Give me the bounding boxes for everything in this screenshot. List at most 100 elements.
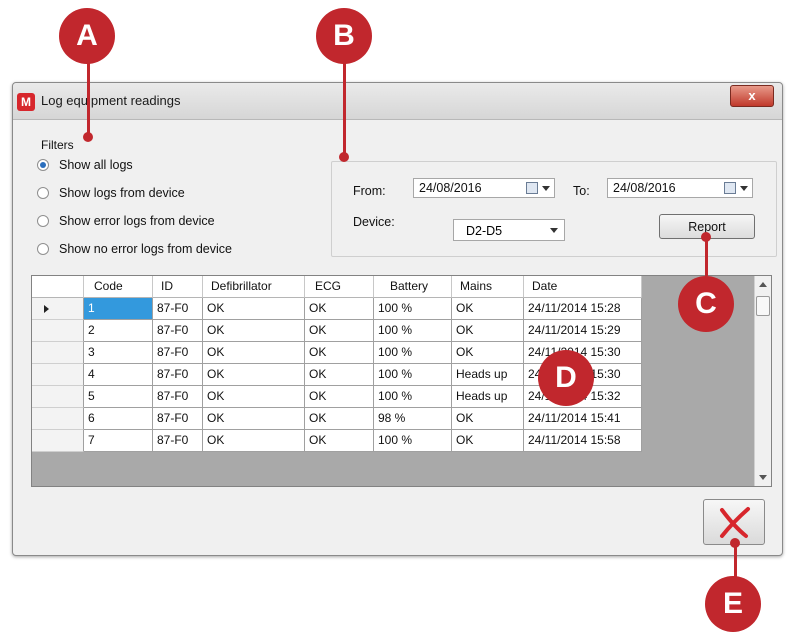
callout-c: C: [678, 276, 734, 332]
table-cell[interactable]: 3: [84, 342, 153, 364]
callout-e-leader: [734, 545, 737, 579]
table-cell[interactable]: 100 %: [374, 430, 452, 452]
scroll-thumb[interactable]: [756, 296, 770, 316]
table-cell[interactable]: 1: [84, 298, 153, 320]
from-date-picker[interactable]: 24/08/2016: [413, 178, 555, 198]
radio-label: Show logs from device: [59, 186, 185, 200]
vertical-scrollbar[interactable]: [754, 276, 771, 486]
radio-label: Show no error logs from device: [59, 242, 232, 256]
readings-table[interactable]: Code ID Defibrillator ECG Battery Mains …: [31, 275, 772, 487]
column-header-id[interactable]: ID: [153, 276, 203, 298]
table-cell[interactable]: Heads up: [452, 386, 524, 408]
device-select[interactable]: D2-D5: [453, 219, 565, 241]
table-cell[interactable]: 5: [84, 386, 153, 408]
table-cell[interactable]: OK: [203, 408, 305, 430]
scroll-up-icon[interactable]: [759, 282, 767, 287]
table-cell[interactable]: OK: [305, 342, 374, 364]
row-header[interactable]: [32, 386, 84, 408]
callout-d: D: [538, 350, 594, 406]
table-cell[interactable]: OK: [305, 430, 374, 452]
table-cell[interactable]: 24/11/2014 15:58: [524, 430, 642, 452]
table-cell[interactable]: 87-F0: [153, 386, 203, 408]
chevron-down-icon[interactable]: [740, 186, 748, 191]
row-header[interactable]: [32, 342, 84, 364]
table-cell[interactable]: 7: [84, 430, 153, 452]
table-cell[interactable]: 6: [84, 408, 153, 430]
table-cell[interactable]: 24/11/2014 15:28: [524, 298, 642, 320]
table-cell[interactable]: OK: [203, 430, 305, 452]
table-cell[interactable]: OK: [203, 320, 305, 342]
table-cell[interactable]: 87-F0: [153, 408, 203, 430]
log-equipment-window: M Log equipment readings x Filters Show …: [12, 82, 783, 556]
table-cell[interactable]: OK: [203, 342, 305, 364]
table-cell[interactable]: OK: [305, 298, 374, 320]
table-cell[interactable]: 87-F0: [153, 364, 203, 386]
callout-e-dot: [730, 538, 740, 548]
table-cell[interactable]: OK: [203, 386, 305, 408]
table-cell[interactable]: 4: [84, 364, 153, 386]
table-cell[interactable]: OK: [452, 408, 524, 430]
table-cell[interactable]: 87-F0: [153, 430, 203, 452]
table-cell[interactable]: 2: [84, 320, 153, 342]
table-cell[interactable]: 98 %: [374, 408, 452, 430]
callout-e: E: [705, 576, 761, 632]
scroll-down-icon[interactable]: [759, 475, 767, 480]
chevron-down-icon[interactable]: [542, 186, 550, 191]
table-cell[interactable]: 87-F0: [153, 320, 203, 342]
table-cell[interactable]: OK: [452, 320, 524, 342]
callout-a-leader: [87, 62, 90, 136]
column-header-date[interactable]: Date: [524, 276, 642, 298]
table-cell[interactable]: OK: [305, 408, 374, 430]
app-logo-icon: M: [17, 93, 35, 111]
table-cell[interactable]: 100 %: [374, 342, 452, 364]
calendar-icon[interactable]: [724, 182, 736, 194]
to-date-picker[interactable]: 24/08/2016: [607, 178, 753, 198]
table-cell[interactable]: 100 %: [374, 364, 452, 386]
window-close-button[interactable]: x: [730, 85, 774, 107]
table-cell[interactable]: OK: [305, 364, 374, 386]
date-device-group: [331, 161, 777, 257]
column-header-battery[interactable]: Battery: [374, 276, 452, 298]
column-header-defibrillator[interactable]: Defibrillator: [203, 276, 305, 298]
radio-icon[interactable]: [37, 243, 49, 255]
callout-b: B: [316, 8, 372, 64]
callout-c-dot: [701, 232, 711, 242]
radio-icon[interactable]: [37, 215, 49, 227]
callout-a-dot: [83, 132, 93, 142]
table-cell[interactable]: 100 %: [374, 386, 452, 408]
device-value: D2-D5: [466, 224, 503, 238]
radio-icon[interactable]: [37, 159, 49, 171]
table-cell[interactable]: 100 %: [374, 298, 452, 320]
table-cell[interactable]: OK: [203, 298, 305, 320]
row-header[interactable]: [32, 320, 84, 342]
table-cell[interactable]: OK: [452, 298, 524, 320]
table-cell[interactable]: OK: [452, 430, 524, 452]
callout-b-leader: [343, 62, 346, 156]
table-cell[interactable]: 87-F0: [153, 342, 203, 364]
device-label: Device:: [353, 215, 395, 229]
table-cell[interactable]: OK: [452, 342, 524, 364]
row-header[interactable]: [32, 364, 84, 386]
table-cell[interactable]: OK: [203, 364, 305, 386]
calendar-icon[interactable]: [526, 182, 538, 194]
row-header[interactable]: [32, 430, 84, 452]
row-header[interactable]: [32, 298, 84, 320]
table-cell[interactable]: 24/11/2014 15:29: [524, 320, 642, 342]
column-header-code[interactable]: Code: [84, 276, 153, 298]
table-cell[interactable]: 87-F0: [153, 298, 203, 320]
row-header[interactable]: [32, 408, 84, 430]
to-date-value: 24/08/2016: [613, 181, 676, 195]
chevron-down-icon[interactable]: [550, 228, 558, 233]
table-cell[interactable]: Heads up: [452, 364, 524, 386]
column-header-ecg[interactable]: ECG: [305, 276, 374, 298]
table-cell[interactable]: 24/11/2014 15:41: [524, 408, 642, 430]
title-bar[interactable]: M Log equipment readings x: [13, 83, 782, 120]
radio-icon[interactable]: [37, 187, 49, 199]
row-header-corner: [32, 276, 84, 298]
callout-b-dot: [339, 152, 349, 162]
table-cell[interactable]: OK: [305, 386, 374, 408]
column-header-mains[interactable]: Mains: [452, 276, 524, 298]
table-cell[interactable]: 100 %: [374, 320, 452, 342]
current-row-arrow-icon: [44, 305, 49, 313]
table-cell[interactable]: OK: [305, 320, 374, 342]
